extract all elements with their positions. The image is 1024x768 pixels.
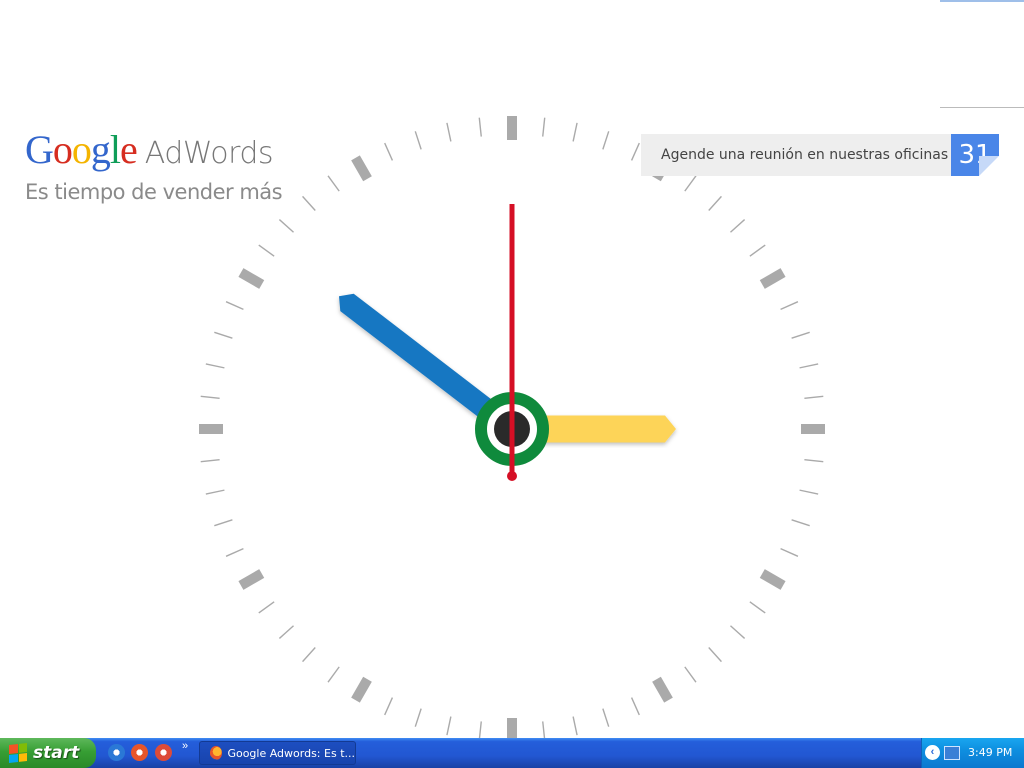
minute-tick xyxy=(542,117,546,137)
minute-tick xyxy=(414,708,422,727)
internet-explorer-icon[interactable] xyxy=(108,744,125,761)
hour-tick xyxy=(759,569,786,590)
minute-tick xyxy=(446,122,452,142)
minute-tick xyxy=(708,647,722,663)
minute-tick xyxy=(446,716,452,736)
google-logo: Google xyxy=(25,127,138,172)
logo-letter: g xyxy=(90,127,111,172)
minute-tick xyxy=(478,117,482,137)
calendar-icon: 31 xyxy=(951,134,999,176)
schedule-meeting-label: Agende una reunión en nuestras oficinas xyxy=(661,147,949,163)
firefox-icon[interactable] xyxy=(131,744,148,761)
minute-tick xyxy=(414,131,422,150)
minute-tick xyxy=(214,331,233,339)
minute-tick xyxy=(542,721,546,738)
taskbar-window-button[interactable]: Google Adwords: Es t... xyxy=(199,741,356,765)
minute-tick xyxy=(799,363,819,369)
show-hidden-icons-button[interactable]: ‹ xyxy=(925,745,940,760)
minute-tick xyxy=(258,601,275,614)
minute-tick xyxy=(602,131,610,150)
hour-tick xyxy=(351,676,372,703)
minute-tick xyxy=(302,647,316,663)
schedule-meeting-button[interactable]: Agende una reunión en nuestras oficinas … xyxy=(641,134,999,176)
minute-tick xyxy=(630,697,640,716)
minute-tick xyxy=(214,519,233,527)
calendar-page-fold xyxy=(979,156,999,176)
hour-tick xyxy=(759,268,786,289)
minute-tick xyxy=(302,195,316,211)
minute-tick xyxy=(327,666,340,683)
hour-tick xyxy=(238,569,265,590)
minute-tick xyxy=(205,489,225,495)
minute-tick xyxy=(278,625,294,639)
minute-tick xyxy=(572,716,578,736)
logo-letter: o xyxy=(71,127,92,172)
tagline: Es tiempo de vender más xyxy=(25,180,283,204)
logo-letter: l xyxy=(109,127,121,172)
minute-tick xyxy=(804,459,824,463)
product-name: AdWords xyxy=(144,136,274,171)
analog-clock xyxy=(199,116,825,738)
adwords-logo: Google AdWords xyxy=(25,128,282,176)
minute-tick xyxy=(791,331,810,339)
logo-letter: o xyxy=(52,127,73,172)
minute-tick xyxy=(200,395,220,399)
chrome-icon[interactable] xyxy=(155,744,172,761)
logo-letter: e xyxy=(120,127,138,172)
minute-tick xyxy=(258,244,275,257)
start-button[interactable]: start xyxy=(0,738,96,768)
minute-tick xyxy=(384,142,394,161)
minute-tick xyxy=(630,142,640,161)
system-tray: ‹ 3:49 PM xyxy=(921,738,1024,768)
minute-tick xyxy=(278,219,294,233)
minute-tick xyxy=(730,219,746,233)
minute-tick xyxy=(684,175,697,192)
minute-tick xyxy=(780,301,799,311)
start-label: start xyxy=(33,743,80,763)
minute-tick xyxy=(225,547,244,557)
hour-tick xyxy=(351,155,372,182)
minute-tick xyxy=(200,459,220,463)
hour-tick xyxy=(652,676,673,703)
minute-tick xyxy=(730,625,746,639)
minute-tick xyxy=(478,721,482,738)
second-hand-tail-dot xyxy=(507,471,517,481)
minute-tick xyxy=(799,489,819,495)
minute-tick xyxy=(327,175,340,192)
minute-tick xyxy=(684,666,697,683)
tray-clock[interactable]: 3:49 PM xyxy=(968,746,1012,759)
quick-launch-more-button[interactable]: » xyxy=(182,740,188,752)
minute-tick xyxy=(205,363,225,369)
hour-tick xyxy=(238,268,265,289)
firefox-icon xyxy=(210,746,223,760)
minute-tick xyxy=(804,395,824,399)
taskbar-window-label: Google Adwords: Es t... xyxy=(227,746,355,760)
network-icon[interactable] xyxy=(944,746,960,760)
minute-tick xyxy=(791,519,810,527)
minute-tick xyxy=(749,601,766,614)
minute-tick xyxy=(749,244,766,257)
logo-letter: G xyxy=(25,127,54,172)
taskbar: start » Google Adwords: Es t... ‹ 3:49 P… xyxy=(0,738,1024,768)
minute-tick xyxy=(708,195,722,211)
minute-tick xyxy=(225,301,244,311)
minute-tick xyxy=(572,122,578,142)
windows-flag-icon xyxy=(9,743,27,763)
minute-tick xyxy=(384,697,394,716)
minute-tick xyxy=(780,547,799,557)
minute-tick xyxy=(602,708,610,727)
brand-block: Google AdWords Es tiempo de vender más xyxy=(25,128,283,205)
